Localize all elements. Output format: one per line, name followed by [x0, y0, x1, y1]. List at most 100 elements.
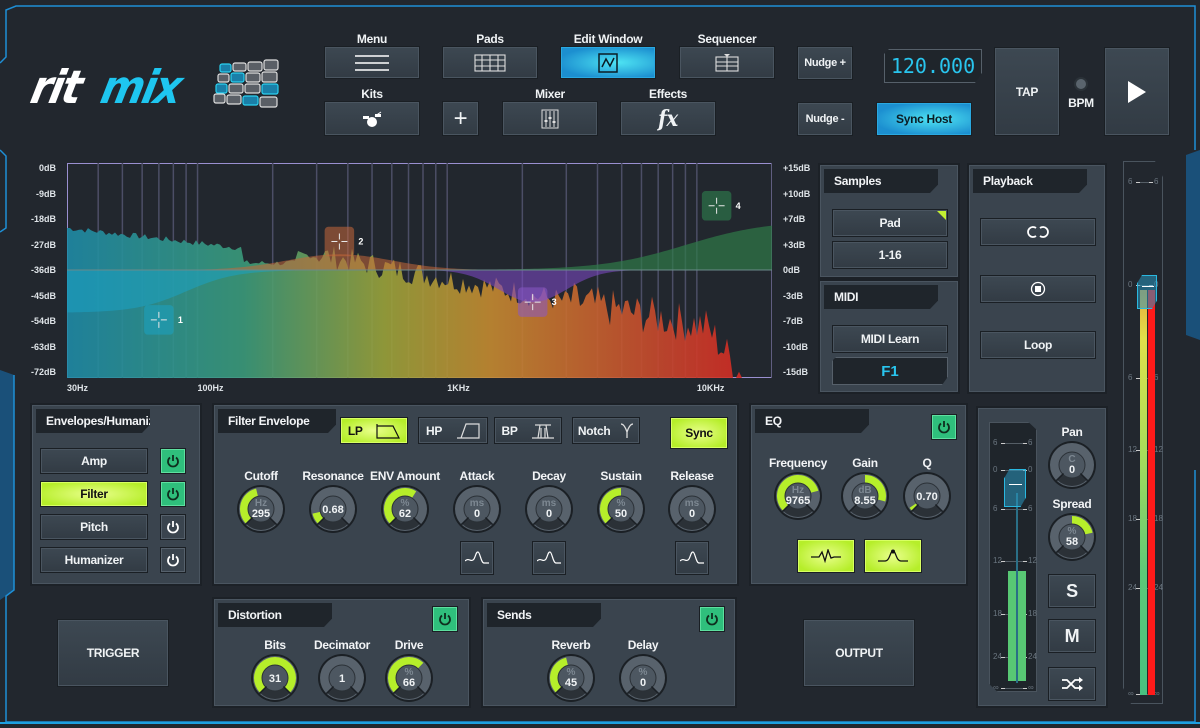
filter-type-notch-button[interactable]: Notch [572, 417, 640, 444]
eq-q-knob[interactable]: 0.70 [902, 471, 952, 521]
random-button[interactable] [1048, 667, 1096, 701]
sends-power-button[interactable] [699, 606, 725, 632]
loop-button[interactable]: Loop [980, 331, 1096, 359]
bpm-led [1076, 79, 1086, 89]
distortion-decimator-value: 1 [339, 673, 345, 685]
left-axis-tick: -72dB [30, 367, 56, 377]
eq-title: EQ [755, 409, 869, 433]
bandpass-icon [531, 423, 554, 439]
sends-delay-knob[interactable]: %0 [618, 653, 668, 703]
distortion-power-button[interactable] [432, 606, 458, 632]
solo-button[interactable]: S [1048, 574, 1096, 608]
sequencer-button[interactable] [679, 46, 775, 79]
left-axis-tick: -45dB [30, 290, 56, 301]
meter-tick-line [1001, 561, 1027, 562]
nudge-minus-button[interactable]: Nudge - [797, 102, 853, 136]
master-fader-handle[interactable] [1137, 275, 1157, 309]
edit-window-button[interactable] [560, 46, 656, 79]
filter-env-amount-knob[interactable]: %62 [380, 484, 430, 534]
distortion-decimator-knob[interactable]: 1 [317, 653, 367, 703]
output-button[interactable]: OUTPUT [803, 619, 915, 687]
tap-button[interactable]: TAP [994, 47, 1060, 136]
filter-cutoff-knob[interactable]: Hz295 [236, 484, 286, 534]
loop-icon [1027, 226, 1049, 238]
pan-knob[interactable]: C0 [1047, 440, 1097, 490]
decay-curve-button[interactable] [532, 541, 566, 575]
envelope-pitch-power[interactable] [160, 514, 186, 540]
menu-button[interactable] [324, 46, 420, 79]
channel-fader-handle[interactable] [1004, 469, 1026, 507]
right-axis-tick: +3dB [783, 239, 806, 250]
master-meter-right [1148, 290, 1155, 695]
filter-type-lp-button[interactable]: LP [340, 417, 408, 444]
stop-mode-button[interactable] [980, 275, 1096, 303]
distortion-panel: Distortion Bits 31 Decimator 1 Drive% 66 [212, 597, 471, 708]
pad-button[interactable]: Pad [832, 209, 948, 237]
mute-button[interactable]: M [1048, 619, 1096, 653]
filter-type-bp-button[interactable]: BP [494, 417, 562, 444]
envelope-amp-power[interactable] [160, 448, 186, 474]
meter-tick-label: 6 [1154, 177, 1159, 186]
eq-gain-knob[interactable]: dB8.55 [840, 471, 890, 521]
eq-frequency-knob[interactable]: Hz9765 [773, 471, 823, 521]
sync-button[interactable]: Sync [670, 417, 728, 449]
right-axis-tick: +10dB [783, 188, 811, 199]
filter-decay-knob[interactable]: ms0 [524, 484, 574, 534]
envelope-pitch-button[interactable]: Pitch [40, 514, 148, 540]
effects-button[interactable]: fx [620, 101, 716, 136]
envelope-filter-power[interactable] [160, 481, 186, 507]
highpass-icon [457, 422, 480, 439]
midi-note-display[interactable]: F1 [832, 357, 948, 385]
menu-label: Menu [356, 32, 388, 46]
filter-sustain-knob[interactable]: %50 [596, 484, 646, 534]
eq-peak-type-button[interactable] [797, 539, 855, 573]
midi-learn-button[interactable]: MIDI Learn [832, 325, 948, 353]
trigger-button[interactable]: TRIGGER [57, 619, 169, 687]
filter-type-hp-button[interactable]: HP [418, 417, 488, 444]
add-button[interactable]: + [442, 101, 479, 136]
left-axis-tick: -36dB [30, 265, 56, 275]
corner-indicator [937, 211, 946, 220]
sends-delay-label: Delay [627, 638, 659, 652]
envelope-humanizer-power[interactable] [160, 547, 186, 573]
spread-knob[interactable]: %58 [1047, 512, 1097, 562]
loop-mode-button[interactable] [980, 218, 1096, 246]
sync-host-button[interactable]: Sync Host [876, 102, 972, 136]
eq-power-button[interactable] [931, 414, 957, 440]
edit-window-label: Edit Window [573, 32, 643, 46]
filter-attack-knob[interactable]: ms0 [452, 484, 502, 534]
sends-reverb-knob[interactable]: %45 [546, 653, 596, 703]
waveform-edit-icon [598, 52, 618, 73]
pads-button[interactable] [442, 46, 538, 79]
kits-button[interactable] [324, 101, 420, 136]
mixer-button[interactable] [502, 101, 598, 136]
power-icon [167, 455, 179, 468]
meter-tick-label: ∞ [1128, 689, 1134, 698]
distortion-drive-label: Drive [394, 638, 424, 652]
nudge-plus-button[interactable]: Nudge + [797, 46, 853, 80]
bpm-display[interactable]: 120.000 [884, 49, 982, 83]
pan-value: 0 [1069, 464, 1075, 476]
distortion-drive-knob[interactable]: %66 [384, 653, 434, 703]
right-axis-tick: -10dB [783, 341, 809, 352]
eq-bell-type-button[interactable] [864, 539, 922, 573]
envelope-amp-button[interactable]: Amp [40, 448, 148, 474]
attack-curve-button[interactable] [460, 541, 494, 575]
midi-note-value: F1 [881, 362, 899, 380]
bottom-axis-tick: 30Hz [67, 383, 89, 393]
play-button[interactable] [1104, 47, 1170, 136]
release-curve-button[interactable] [675, 541, 709, 575]
envelope-filter-button[interactable]: Filter [40, 481, 148, 507]
distortion-bits-knob[interactable]: 31 [250, 653, 300, 703]
pad-range-button[interactable]: 1-16 [832, 241, 948, 269]
filter-release-value: 0 [689, 508, 695, 520]
meter-tick-line [1136, 182, 1153, 183]
bpm-value: 120.000 [890, 54, 976, 78]
filter-type-label: BP [501, 423, 518, 438]
spread-value: 58 [1066, 536, 1078, 548]
power-icon [706, 613, 718, 626]
envelope-humanizer-button[interactable]: Humanizer [40, 547, 148, 573]
spectrum-analyzer[interactable]: 1 2 3 4 [67, 163, 772, 378]
filter-release-knob[interactable]: ms0 [667, 484, 717, 534]
filter-resonance-knob[interactable]: 0.68 [308, 484, 358, 534]
